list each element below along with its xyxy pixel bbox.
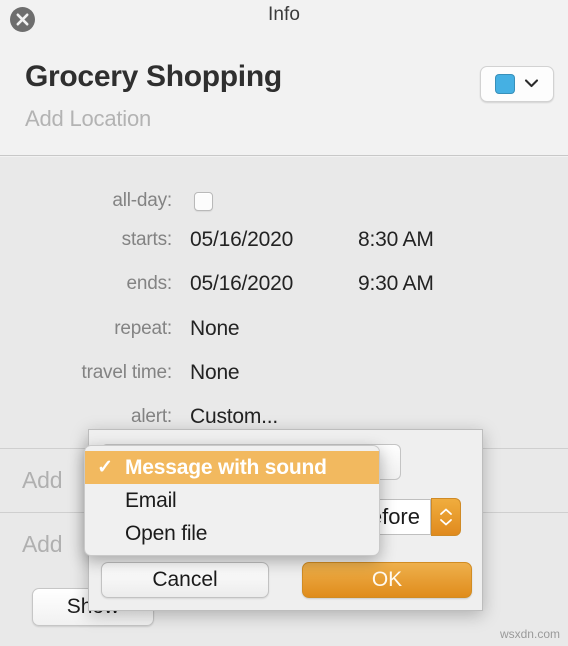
stepper-up-down-icon[interactable] — [431, 498, 461, 536]
menu-item-label: Open file — [125, 521, 208, 545]
calendar-color-picker[interactable] — [480, 66, 554, 102]
starts-date-field[interactable]: 05/16/2020 — [190, 228, 340, 252]
ends-time-field[interactable]: 9:30 AM — [358, 272, 434, 296]
title-bar: Info — [0, 0, 568, 40]
travel-time-label: travel time: — [81, 362, 172, 383]
ok-button[interactable]: OK — [302, 562, 472, 598]
chevron-down-icon — [524, 75, 539, 93]
check-icon: ✓ — [97, 457, 113, 478]
add-row-label: Add — [22, 531, 63, 557]
menu-item-message-with-sound[interactable]: ✓ Message with sound — [85, 451, 379, 484]
all-day-label: all-day: — [112, 190, 172, 211]
starts-time-field[interactable]: 8:30 AM — [358, 228, 434, 252]
form-row-travel-time: travel time: None — [0, 361, 568, 385]
alert-type-menu: ✓ Message with sound Email Open file — [84, 445, 380, 556]
calendar-color-swatch — [495, 74, 515, 94]
travel-time-value[interactable]: None — [190, 361, 240, 385]
event-title[interactable]: Grocery Shopping — [25, 60, 282, 94]
form-row-ends: ends: 05/16/2020 9:30 AM — [0, 272, 568, 296]
all-day-checkbox[interactable] — [194, 191, 213, 211]
ends-label: ends: — [126, 273, 173, 294]
window-title: Info — [267, 4, 301, 25]
repeat-label: repeat: — [114, 318, 172, 339]
dialog-button-bar: Cancel OK — [89, 562, 484, 598]
menu-item-open-file[interactable]: Open file — [85, 517, 379, 550]
menu-item-email[interactable]: Email — [85, 484, 379, 517]
menu-item-label: Message with sound — [125, 455, 327, 479]
menu-item-label: Email — [125, 488, 177, 512]
form-row-starts: starts: 05/16/2020 8:30 AM — [0, 228, 568, 252]
repeat-value[interactable]: None — [190, 317, 240, 341]
watermark: wsxdn.com — [499, 627, 560, 641]
alert-value[interactable]: Custom... — [190, 405, 278, 429]
form-row-alert: alert: Custom... — [0, 405, 568, 429]
alert-label: alert: — [130, 406, 172, 427]
form-row-repeat: repeat: None — [0, 317, 568, 341]
cancel-button[interactable]: Cancel — [101, 562, 269, 598]
ends-date-field[interactable]: 05/16/2020 — [190, 272, 340, 296]
add-row-label: Add — [22, 467, 63, 493]
event-location-field[interactable]: Add Location — [25, 106, 151, 132]
starts-label: starts: — [121, 229, 173, 250]
form-row-all-day: all-day: — [0, 190, 568, 212]
event-header: Grocery Shopping Add Location — [0, 40, 568, 156]
